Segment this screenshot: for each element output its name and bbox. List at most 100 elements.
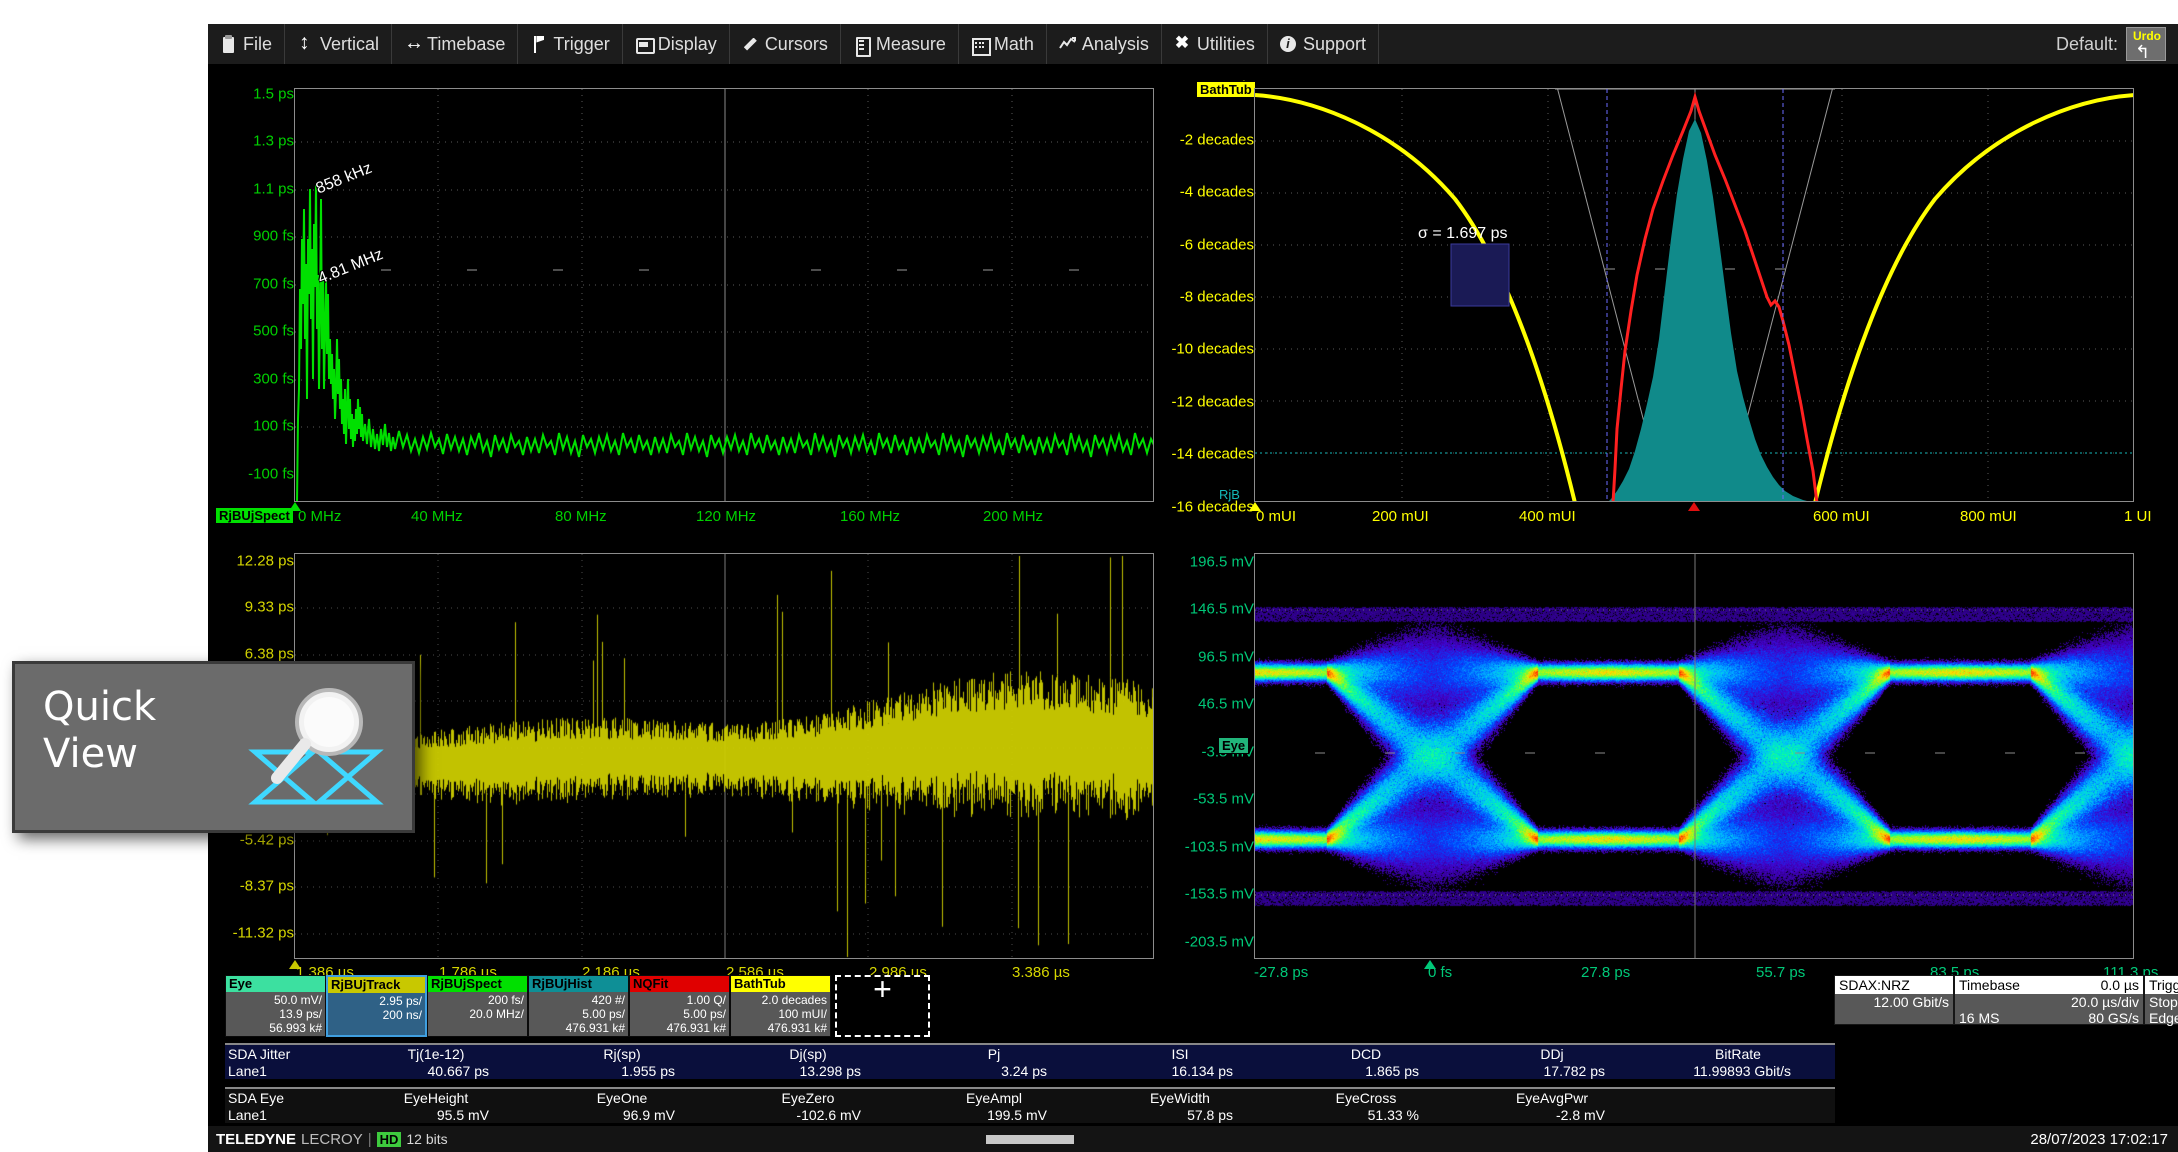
- menu-label: Display: [658, 34, 717, 55]
- table-row: Lane1 95.5 mV 96.9 mV -102.6 mV 199.5 mV…: [225, 1106, 1835, 1123]
- column-header: DCD: [1273, 1046, 1459, 1062]
- status-acquisition[interactable]: SDAX:NRZ 12.00 Gbit/s: [1834, 975, 1954, 1025]
- menu-item-timebase[interactable]: Timebase: [392, 24, 518, 64]
- ytick: 1.3 ps: [253, 133, 294, 150]
- cell-value: -2.8 mV: [1459, 1107, 1645, 1123]
- trigger-state-line: Stop 0.0 mV: [2149, 994, 2178, 1010]
- column-header: ISI: [1087, 1046, 1273, 1062]
- timestamp-label: 28/07/2023 17:02:17: [2030, 1131, 2168, 1148]
- descriptor-values: 1.00 Q/ 5.00 ps/ 476.931 k#: [630, 992, 729, 1036]
- default-setup-label: Default:: [2056, 34, 2118, 55]
- xtick: 0 fs: [1428, 964, 1452, 981]
- screenshot-root: File Vertical Timebase Trigger Display C…: [0, 0, 2178, 1152]
- xtick: 120 MHz: [696, 508, 756, 525]
- yaxis-rjbuj-spectrum: 1.5 ps 1.3 ps 1.1 ps 900 fs 700 fs 500 f…: [208, 64, 294, 539]
- descriptor-rjbujhist[interactable]: RjBUjHist 420 #/ 5.00 ps/ 476.931 k#: [528, 975, 629, 1037]
- descriptor-bathtub[interactable]: BathTub 2.0 decades 100 mUI/ 476.931 k#: [730, 975, 831, 1037]
- xtick: 200 mUI: [1372, 508, 1429, 525]
- measurement-table-jitter[interactable]: SDA Jitter Tj(1e-12) Rj(sp) Dj(sp) Pj IS…: [225, 1043, 1835, 1079]
- ytick: -2 decades: [1180, 132, 1254, 149]
- trigger-type: Edge: [2149, 1010, 2178, 1026]
- descriptor-rjbujtrack[interactable]: RjBUjTrack 2.95 ps/ 200 ns/: [326, 975, 427, 1037]
- brand-primary: TELEDYNE: [216, 1131, 296, 1148]
- descriptor-values: 2.0 decades 100 mUI/ 476.931 k#: [731, 992, 830, 1036]
- menu-item-vertical[interactable]: Vertical: [285, 24, 392, 64]
- menu-item-measure[interactable]: Measure: [841, 24, 959, 64]
- descriptor-line: 100 mUI/: [731, 1007, 827, 1021]
- menu-item-cursors[interactable]: Cursors: [730, 24, 841, 64]
- plot-bathtub[interactable]: σ = 1.697 ps: [1254, 88, 2134, 502]
- info-circle-icon: [1280, 35, 1297, 54]
- acq-header: SDAX:NRZ: [1835, 976, 1953, 994]
- badge-bathtub[interactable]: BathTub: [1196, 81, 1256, 98]
- ytick: -16 decades: [1171, 499, 1254, 516]
- quick-view-line1: Quick: [43, 684, 156, 731]
- descriptor-nqfit[interactable]: NQFit 1.00 Q/ 5.00 ps/ 476.931 k#: [629, 975, 730, 1037]
- column-header: EyeCross: [1273, 1090, 1459, 1106]
- menu-item-trigger[interactable]: Trigger: [518, 24, 622, 64]
- ytick: 500 fs: [253, 323, 294, 340]
- column-header: Rj(sp): [529, 1046, 715, 1062]
- timebase-memory-line: 16 MS 80 GS/s: [1959, 1010, 2139, 1026]
- measurement-table-eye[interactable]: SDA Eye EyeHeight EyeOne EyeZero EyeAmpl…: [225, 1087, 1835, 1123]
- timebase-title: Timebase: [1959, 976, 2020, 994]
- menu-item-display[interactable]: Display: [623, 24, 730, 64]
- descriptor-values: 200 fs/ 20.0 MHz/: [428, 992, 527, 1036]
- ytick: -203.5 mV: [1185, 934, 1254, 951]
- table-row: Lane1 40.667 ps 1.955 ps 13.298 ps 3.24 …: [225, 1062, 1835, 1079]
- quick-view-overlay[interactable]: Quick View: [12, 661, 415, 833]
- status-trigger[interactable]: Trigger C1 DC Stop 0.0 mV Edge Positive: [2144, 975, 2178, 1025]
- menu-item-analysis[interactable]: Analysis: [1047, 24, 1162, 64]
- bit-depth-label: 12 bits: [406, 1131, 447, 1147]
- descriptor-title: RjBUjHist: [529, 976, 628, 992]
- plot-rjbuj-spectrum[interactable]: 858 kHz 4.81 MHz: [294, 88, 1154, 502]
- plot-eye-diagram[interactable]: [1254, 553, 2134, 959]
- descriptor-line: 420 #/: [529, 993, 625, 1007]
- magnifier-eye-icon: [243, 682, 393, 827]
- trigger-flag-icon: [530, 35, 547, 54]
- hd-badge: HD: [377, 1132, 402, 1147]
- ytick: -5.42 ps: [240, 832, 294, 849]
- ytick: 1.1 ps: [253, 181, 294, 198]
- menu-label: Support: [1303, 34, 1366, 55]
- menu-label: Trigger: [553, 34, 609, 55]
- badge-eye[interactable]: Eye: [1218, 737, 1249, 754]
- bottom-status-bar: TELEDYNE LECROY | HD 12 bits 28/07/2023 …: [208, 1126, 2178, 1152]
- timebase-memory: 16 MS: [1959, 1010, 1999, 1026]
- descriptor-eye[interactable]: Eye 50.0 mV/ 13.9 ps/ 56.993 k#: [225, 975, 326, 1037]
- descriptor-title: RjBUjSpect: [428, 976, 527, 992]
- badge-rjbuj-spectrum[interactable]: RjBUjSpect: [215, 507, 294, 524]
- status-timebase[interactable]: Timebase 0.0 µs 20.0 µs/div 16 MS 80 GS/…: [1954, 975, 2144, 1025]
- descriptor-line: 1.00 Q/: [630, 993, 726, 1007]
- menu-label: Cursors: [765, 34, 828, 55]
- yaxis-bathtub: 0 de -2 decades -4 decades -6 decades -8…: [1158, 64, 1254, 539]
- menu-label: Utilities: [1197, 34, 1255, 55]
- plot-rjbuj-track[interactable]: [294, 553, 1154, 959]
- descriptor-title: NQFit: [630, 976, 729, 992]
- cell-value: 11.99893 Gbit/s: [1645, 1063, 1831, 1079]
- menu-item-math[interactable]: Math: [959, 24, 1047, 64]
- trigger-state: Stop: [2149, 994, 2178, 1010]
- ytick: -100 fs: [248, 466, 294, 483]
- acquisition-progress-bar: [986, 1135, 1074, 1144]
- row-label: Lane1: [225, 1107, 343, 1123]
- menu-label: File: [243, 34, 272, 55]
- descriptor-line: 13.9 ps/: [226, 1007, 322, 1021]
- ytick: 6.38 ps: [245, 646, 294, 663]
- ytick: 300 fs: [253, 371, 294, 388]
- utilities-tools-icon: [1174, 35, 1191, 54]
- add-trace-button[interactable]: [835, 975, 930, 1037]
- center-marker-icon: [1688, 502, 1700, 511]
- menu-item-utilities[interactable]: Utilities: [1162, 24, 1268, 64]
- trigger-type-line: Edge Positive: [2149, 1010, 2178, 1026]
- ytick: -10 decades: [1171, 341, 1254, 358]
- descriptor-rjbujspect[interactable]: RjBUjSpect 200 fs/ 20.0 MHz/: [427, 975, 528, 1037]
- xtick: 800 mUI: [1960, 508, 2017, 525]
- menu-item-file[interactable]: File: [208, 24, 285, 64]
- column-header: BitRate: [1645, 1046, 1831, 1062]
- undo-button[interactable]: Urdo ↰: [2126, 27, 2166, 61]
- ytick: 900 fs: [253, 228, 294, 245]
- column-header: EyeAvgPwr: [1459, 1090, 1645, 1106]
- cell-value: 17.782 ps: [1459, 1063, 1645, 1079]
- menu-item-support[interactable]: Support: [1268, 24, 1379, 64]
